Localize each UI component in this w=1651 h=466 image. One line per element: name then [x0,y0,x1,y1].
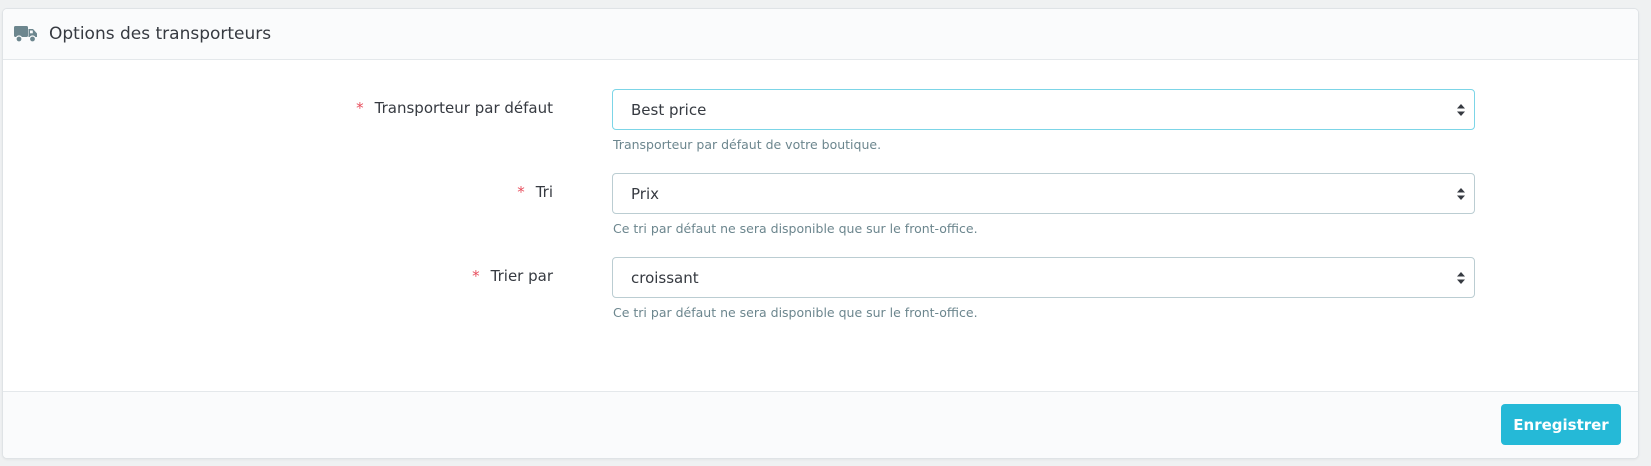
sort-order-select[interactable]: croissant [612,257,1475,298]
sort-select[interactable]: Prix [612,173,1475,214]
select-value: Prix [631,184,659,203]
help-text: Ce tri par défaut ne sera disponible que… [613,221,978,236]
panel-footer: Enregistrer [3,391,1638,458]
field-label: * Tri [517,183,553,201]
field-label: * Transporteur par défaut [356,99,553,117]
panel-heading: Options des transporteurs [3,9,1638,60]
required-marker: * [356,99,364,117]
required-marker: * [517,183,525,201]
sort-caret-icon [1456,270,1466,286]
field-label-text: Trier par [490,267,553,285]
truck-icon [14,25,38,43]
field-label-text: Tri [535,183,553,201]
field-label: * Trier par [472,267,553,285]
form-row-sort: * Tri Prix Ce tri par défaut ne sera disp… [3,173,1638,243]
panel-title: Options des transporteurs [49,24,272,44]
field-label-text: Transporteur par défaut [374,99,553,117]
default-carrier-select[interactable]: Best price [612,89,1475,130]
help-text: Ce tri par défaut ne sera disponible que… [613,305,978,320]
select-value: Best price [631,100,707,119]
save-button[interactable]: Enregistrer [1501,404,1621,445]
required-marker: * [472,267,480,285]
carrier-options-panel: Options des transporteurs * Transporteur … [2,8,1639,459]
help-text: Transporteur par défaut de votre boutiqu… [613,137,882,152]
sort-caret-icon [1456,102,1466,118]
select-value: croissant [631,268,699,287]
sort-caret-icon [1456,186,1466,202]
form-row-sort-order: * Trier par croissant Ce tri par défaut n… [3,257,1638,327]
form-row-default-carrier: * Transporteur par défaut Best price Tran… [3,89,1638,159]
